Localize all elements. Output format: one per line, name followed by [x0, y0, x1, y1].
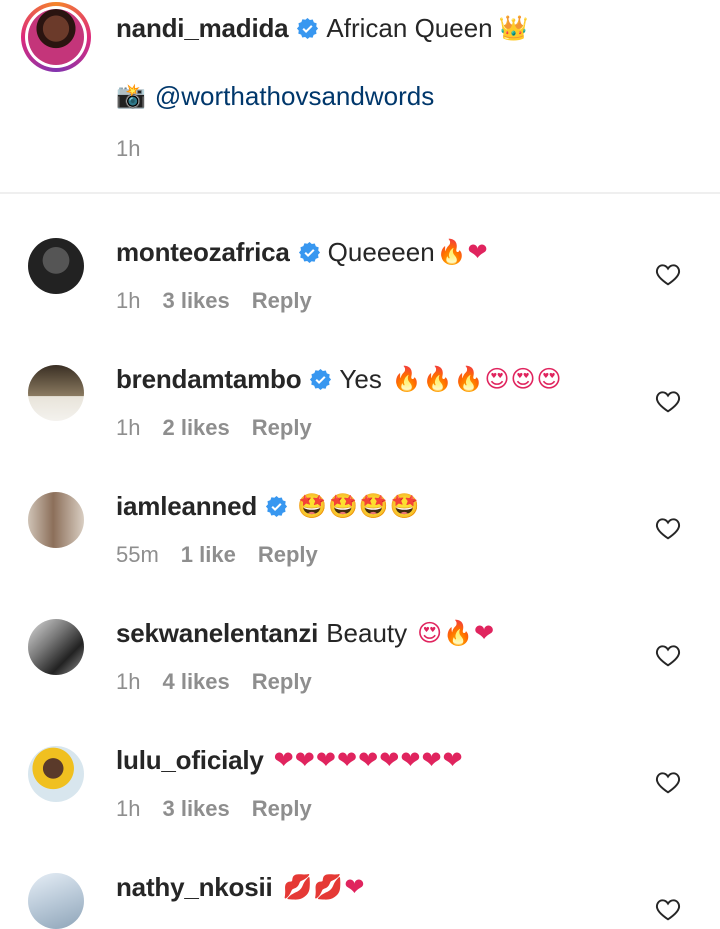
- comment-username[interactable]: sekwanelentanzi: [116, 618, 318, 649]
- comment-likes[interactable]: 2 likes: [162, 415, 229, 441]
- comment-timestamp: 55m: [116, 542, 159, 567]
- divider: [0, 192, 720, 194]
- comment-timestamp: 1h: [116, 415, 141, 440]
- comment-timestamp: 1h: [116, 288, 141, 313]
- comment-emoji: 😍🔥❤: [417, 619, 496, 647]
- verified-badge-icon: [265, 495, 288, 518]
- commenter-avatar[interactable]: [28, 365, 84, 421]
- comment-likes[interactable]: 1 like: [181, 542, 236, 568]
- verified-badge-icon: [298, 241, 321, 264]
- comment-timestamp: 1h: [116, 796, 141, 821]
- comment-emoji: 🔥🔥🔥😍😍😍: [391, 365, 563, 393]
- crown-icon: 👑: [498, 14, 530, 42]
- like-heart-icon[interactable]: [655, 643, 681, 667]
- commenter-avatar[interactable]: [28, 619, 84, 675]
- caption-timestamp: 1h: [116, 136, 141, 161]
- commenter-avatar[interactable]: [28, 492, 84, 548]
- caption-line: nandi_madida African Queen 👑: [116, 10, 530, 46]
- comment-username[interactable]: iamleanned: [116, 491, 257, 522]
- comment-username[interactable]: lulu_oficialy: [116, 745, 264, 776]
- comment-item: monteozafrica Queeeen 🔥❤ 1h 3 likes Repl…: [0, 232, 720, 358]
- reply-button[interactable]: Reply: [252, 415, 312, 441]
- comment-text: Yes: [339, 363, 382, 394]
- comment-emoji: ❤❤❤❤❤❤❤❤❤: [273, 746, 464, 774]
- reply-button[interactable]: Reply: [252, 288, 312, 314]
- comment-item: nathy_nkosii 💋💋❤: [0, 867, 720, 929]
- commenter-avatar[interactable]: [28, 746, 84, 802]
- like-heart-icon[interactable]: [655, 516, 681, 540]
- author-avatar[interactable]: [21, 2, 91, 72]
- comment-username[interactable]: monteozafrica: [116, 237, 290, 268]
- like-heart-icon[interactable]: [655, 770, 681, 794]
- reply-button[interactable]: Reply: [252, 796, 312, 822]
- caption-text: African Queen: [326, 12, 493, 43]
- verified-badge-icon: [296, 17, 319, 40]
- comment-emoji: 🤩🤩🤩🤩: [297, 492, 421, 520]
- commenter-avatar[interactable]: [28, 238, 84, 294]
- comment-likes[interactable]: 3 likes: [162, 796, 229, 822]
- camera-icon: 📸: [116, 82, 147, 110]
- like-heart-icon[interactable]: [655, 262, 681, 286]
- comment-item: iamleanned 🤩🤩🤩🤩 55m 1 like Reply: [0, 486, 720, 612]
- verified-badge-icon: [309, 368, 332, 391]
- comment-item: sekwanelentanzi Beauty 😍🔥❤ 1h 4 likes Re…: [0, 613, 720, 739]
- comment-item: brendamtambo Yes 🔥🔥🔥😍😍😍 1h 2 likes Reply: [0, 359, 720, 485]
- comment-text: Queeeen: [327, 236, 435, 267]
- reply-button[interactable]: Reply: [258, 542, 318, 568]
- comment-emoji: 💋💋❤: [282, 873, 366, 901]
- comment-username[interactable]: brendamtambo: [116, 364, 302, 395]
- caption-credit-line: 📸 @worthathovsandwords: [116, 78, 434, 114]
- post-caption: nandi_madida African Queen 👑 📸 @worthath…: [0, 0, 720, 192]
- comment-text: Beauty: [326, 617, 408, 648]
- like-heart-icon[interactable]: [655, 897, 681, 921]
- comment-likes[interactable]: 4 likes: [162, 669, 229, 695]
- comment-timestamp: 1h: [116, 669, 141, 694]
- comment-item: lulu_oficialy ❤❤❤❤❤❤❤❤❤ 1h 3 likes Reply: [0, 740, 720, 866]
- comment-emoji: 🔥❤: [436, 238, 489, 266]
- comment-likes[interactable]: 3 likes: [162, 288, 229, 314]
- like-heart-icon[interactable]: [655, 389, 681, 413]
- author-username[interactable]: nandi_madida: [116, 13, 289, 44]
- reply-button[interactable]: Reply: [252, 669, 312, 695]
- comment-username[interactable]: nathy_nkosii: [116, 872, 273, 903]
- mention-link[interactable]: @worthathovsandwords: [155, 81, 434, 112]
